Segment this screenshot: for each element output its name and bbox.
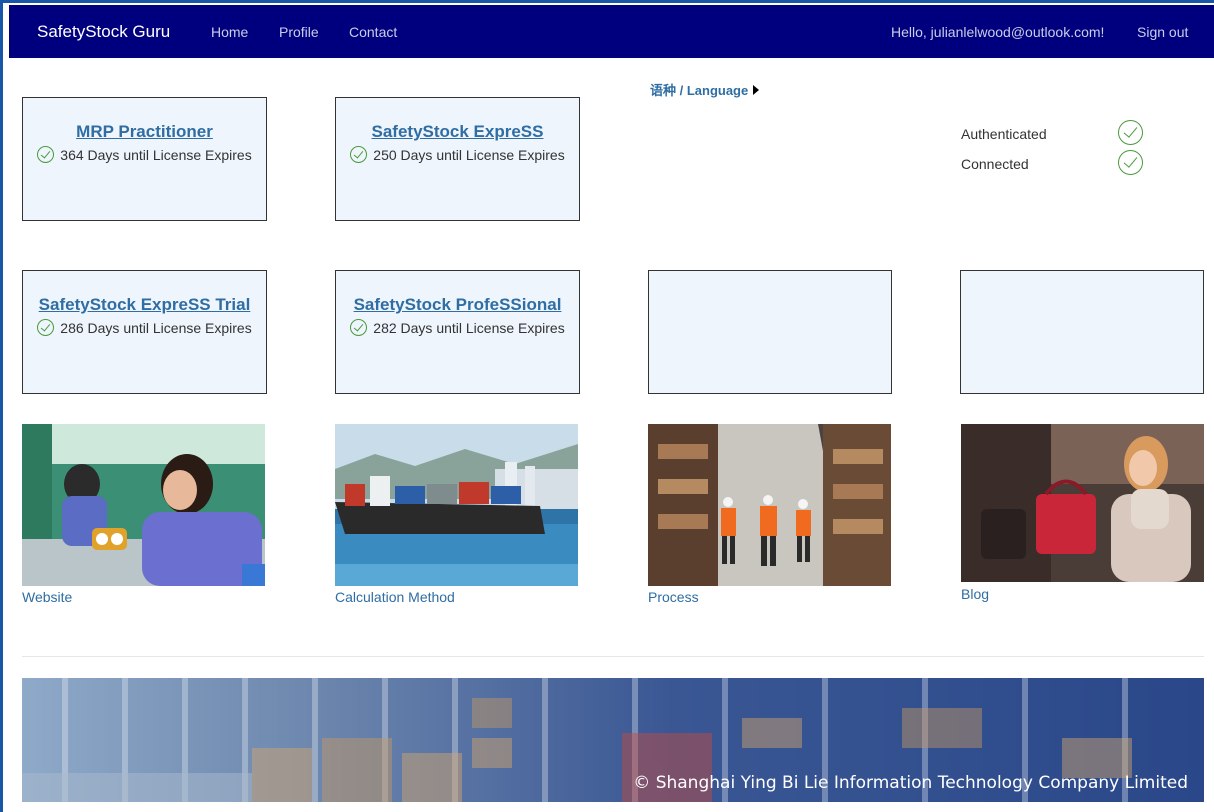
- sign-out-link[interactable]: Sign out: [1137, 24, 1188, 40]
- empty-license-card: [648, 270, 892, 394]
- license-card-professional: SafetyStock ProfeSSional 282 Days until …: [335, 270, 580, 394]
- authenticated-label: Authenticated: [961, 126, 1047, 142]
- connected-label: Connected: [961, 156, 1029, 172]
- calculation-method-link[interactable]: Calculation Method: [335, 589, 455, 605]
- empty-license-card: [960, 270, 1204, 394]
- license-title-link[interactable]: MRP Practitioner: [76, 122, 213, 142]
- license-status: 364 Days until License Expires: [23, 146, 266, 163]
- license-card-express-trial: SafetyStock ExpreSS Trial 286 Days until…: [22, 270, 267, 394]
- connected-check-icon: [1118, 150, 1143, 175]
- language-selector[interactable]: 语种 / Language: [650, 80, 760, 99]
- check-circle-icon: [37, 319, 55, 336]
- caret-right-icon: [753, 85, 760, 95]
- license-days-text: 286 Days until License Expires: [60, 319, 252, 336]
- license-status: 250 Days until License Expires: [336, 146, 579, 163]
- license-status: 282 Days until License Expires: [336, 319, 579, 336]
- check-circle-icon: [37, 146, 55, 163]
- license-card-express: SafetyStock ExpreSS 250 Days until Licen…: [335, 97, 580, 221]
- license-title-link[interactable]: SafetyStock ProfeSSional: [354, 295, 562, 315]
- license-title-link[interactable]: SafetyStock ExpreSS Trial: [39, 295, 251, 315]
- license-card-mrp: MRP Practitioner 364 Days until License …: [22, 97, 267, 221]
- license-days-text: 282 Days until License Expires: [373, 319, 565, 336]
- footer-copyright: © Shanghai Ying Bi Lie Information Techn…: [633, 773, 1188, 793]
- website-image[interactable]: [22, 424, 265, 586]
- user-greeting[interactable]: Hello, julianlelwood@outlook.com!: [891, 24, 1104, 40]
- process-link[interactable]: Process: [648, 589, 699, 605]
- process-image[interactable]: [648, 424, 891, 586]
- language-label: 语种 / Language: [650, 83, 749, 98]
- license-days-text: 364 Days until License Expires: [60, 146, 252, 163]
- brand-link[interactable]: SafetyStock Guru: [37, 22, 170, 42]
- website-link[interactable]: Website: [22, 589, 72, 605]
- authenticated-check-icon: [1118, 120, 1143, 145]
- check-circle-icon: [350, 319, 368, 336]
- license-title-link[interactable]: SafetyStock ExpreSS: [372, 122, 544, 142]
- nav-profile[interactable]: Profile: [279, 24, 319, 40]
- license-status: 286 Days until License Expires: [23, 319, 266, 336]
- top-navbar: SafetyStock Guru Home Profile Contact He…: [9, 5, 1214, 58]
- calculation-method-image[interactable]: [335, 424, 578, 586]
- footer-banner: © Shanghai Ying Bi Lie Information Techn…: [22, 678, 1204, 802]
- divider: [22, 656, 1204, 657]
- check-circle-icon: [350, 146, 368, 163]
- nav-contact[interactable]: Contact: [349, 24, 397, 40]
- nav-home[interactable]: Home: [211, 24, 248, 40]
- license-days-text: 250 Days until License Expires: [373, 146, 565, 163]
- blog-image[interactable]: [961, 424, 1204, 582]
- blog-link[interactable]: Blog: [961, 586, 989, 602]
